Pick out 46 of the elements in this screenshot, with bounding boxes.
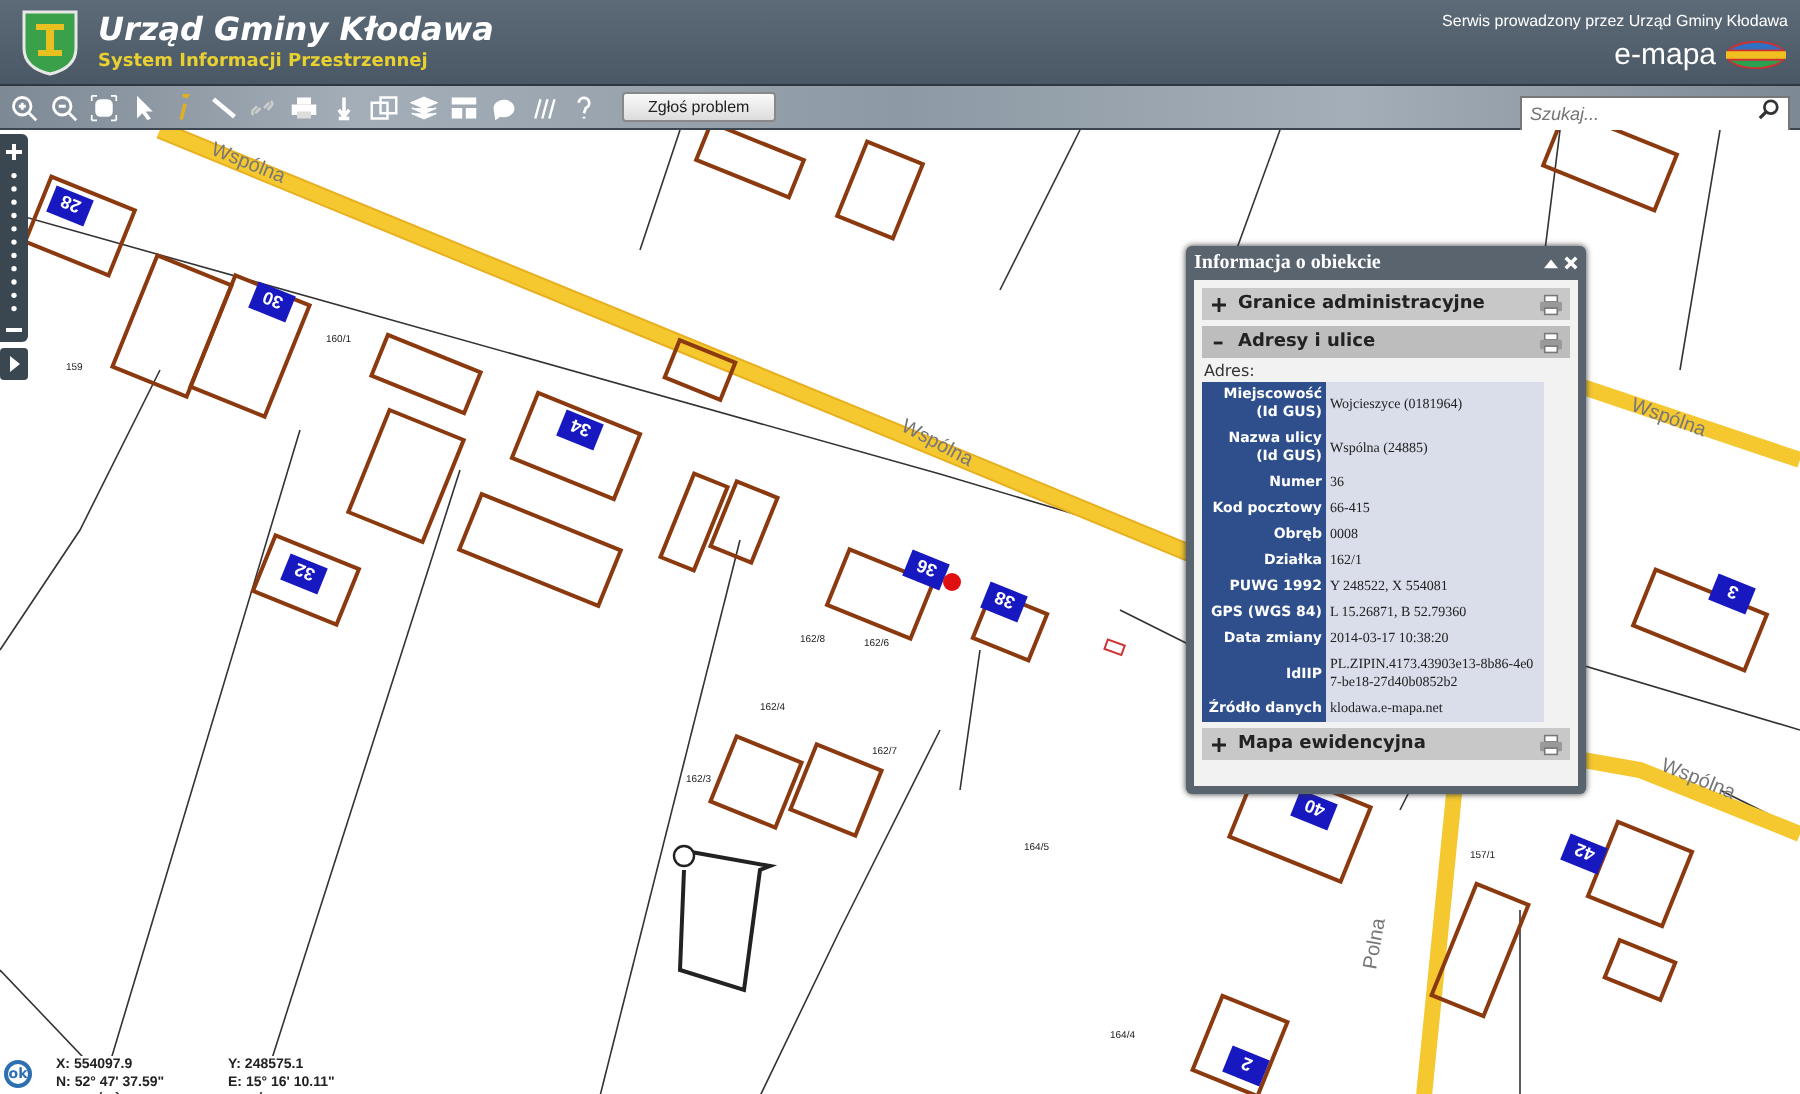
house-number-plate: 3 [1708,573,1756,615]
site-title: Urząd Gminy Kłodawa [98,10,494,50]
house-number-plate: 38 [980,581,1028,623]
house-number-plate: 36 [902,549,950,591]
print-icon[interactable] [1538,331,1564,353]
hatching-icon[interactable] [530,93,558,121]
house-number-plate: 28 [46,185,94,227]
section-title[interactable]: Granice administracyjne [1238,294,1485,314]
coat-of-arms-icon [20,8,80,76]
house-number-plate: 2 [1222,1045,1270,1087]
section-header[interactable]: Adresy i ulice [1202,326,1570,358]
section-title[interactable]: Adresy i ulice [1238,332,1376,352]
plus-icon[interactable] [1212,297,1226,311]
house-number-plate: 32 [280,553,328,595]
expand-panel-icon[interactable] [0,348,28,380]
zoom-in-icon[interactable] [4,142,24,162]
house-number-plate: 30 [248,281,296,323]
layers-icon[interactable] [410,93,438,121]
selected-point-marker [943,573,961,591]
plus-icon[interactable] [1212,737,1226,751]
zoom-out-icon[interactable] [4,326,24,334]
section-title[interactable]: Mapa ewidencyjna [1238,734,1426,754]
operator-note: Serwis prowadzony przez Urząd Gminy Kłodawa [1442,12,1788,30]
ruler-icon[interactable] [210,93,238,121]
house-number-plate: 42 [1560,833,1608,875]
layers-copy-icon[interactable] [370,93,398,121]
street-name: Polna [1360,916,1391,972]
report-problem-button[interactable]: Zgłoś problem [622,92,776,122]
collapse-icon[interactable] [1544,256,1558,270]
section-header[interactable]: Granice administracyjne [1202,288,1570,320]
zoom-extent-icon[interactable] [90,93,118,121]
layout-icon[interactable] [450,93,478,121]
brand-name: e-mapa [1614,38,1716,72]
panel-title: Informacja o obiekcie [1194,252,1381,274]
house-number-plate: 34 [556,409,604,451]
close-icon[interactable] [1564,256,1578,270]
section-header[interactable]: Mapa ewidencyjna [1202,728,1570,760]
address-caption: Adres: [1204,362,1257,380]
print-icon[interactable] [290,93,318,121]
search-icon[interactable] [1758,97,1780,119]
site-subtitle: System Informacji Przestrzennej [98,50,430,74]
search-field[interactable]: Szukaj... [1520,95,1790,131]
print-icon[interactable] [1538,733,1564,755]
cadastral-map-drawing[interactable] [0,130,1800,1094]
print-icon[interactable] [1538,293,1564,315]
globe-logo-icon [1724,40,1788,70]
